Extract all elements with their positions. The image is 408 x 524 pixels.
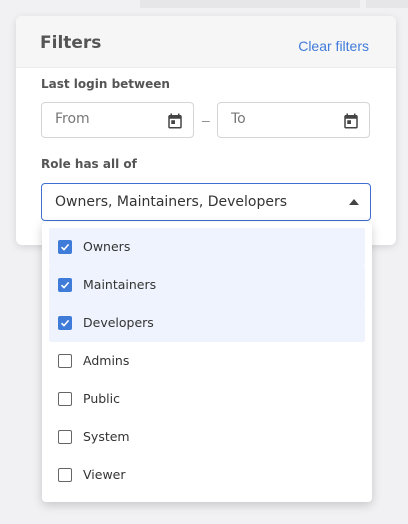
role-options-list: Owners Maintainers Developers Admins Public S… — [42, 222, 372, 494]
range-separator: – — [202, 112, 210, 128]
role-option-label: Admins — [83, 353, 130, 368]
checkbox[interactable] — [58, 468, 72, 482]
checkbox[interactable] — [58, 354, 72, 368]
role-option-label: Owners — [83, 239, 131, 254]
role-option-label: Public — [83, 391, 120, 406]
date-from-input[interactable] — [55, 111, 160, 127]
checkbox[interactable] — [58, 392, 72, 406]
role-option[interactable]: Public — [49, 380, 365, 418]
clear-filters-link[interactable]: Clear filters — [298, 38, 369, 54]
checkbox[interactable] — [58, 278, 72, 292]
role-option[interactable]: Maintainers — [49, 266, 365, 304]
role-option-label: System — [83, 429, 130, 444]
role-option[interactable]: Owners — [49, 228, 365, 266]
role-label: Role has all of — [41, 157, 137, 171]
caret-up-icon — [349, 199, 359, 205]
date-to-input[interactable] — [231, 111, 336, 127]
date-to-field[interactable] — [217, 102, 370, 138]
role-option[interactable]: Admins — [49, 342, 365, 380]
check-icon — [60, 281, 70, 289]
calendar-icon[interactable] — [166, 112, 184, 130]
checkbox[interactable] — [58, 430, 72, 444]
role-select-value: Owners, Maintainers, Developers — [55, 194, 288, 210]
role-dropdown-menu: Owners Maintainers Developers Admins Public S… — [42, 222, 372, 502]
role-option[interactable]: Viewer — [49, 456, 365, 494]
last-login-label: Last login between — [41, 77, 170, 91]
role-option-label: Viewer — [83, 467, 126, 482]
checkbox[interactable] — [58, 240, 72, 254]
role-option[interactable]: Developers — [49, 304, 365, 342]
background-bar — [366, 0, 408, 8]
check-icon — [60, 319, 70, 327]
filters-header: Filters Clear filters — [16, 16, 396, 68]
checkbox[interactable] — [58, 316, 72, 330]
role-option[interactable]: System — [49, 418, 365, 456]
role-select[interactable]: Owners, Maintainers, Developers — [41, 183, 371, 221]
background-bar — [140, 0, 360, 8]
role-option-label: Maintainers — [83, 277, 157, 292]
role-option-label: Developers — [83, 315, 154, 330]
calendar-icon[interactable] — [342, 112, 360, 130]
check-icon — [60, 243, 70, 251]
date-from-field[interactable] — [41, 102, 194, 138]
filters-title: Filters — [40, 33, 102, 53]
